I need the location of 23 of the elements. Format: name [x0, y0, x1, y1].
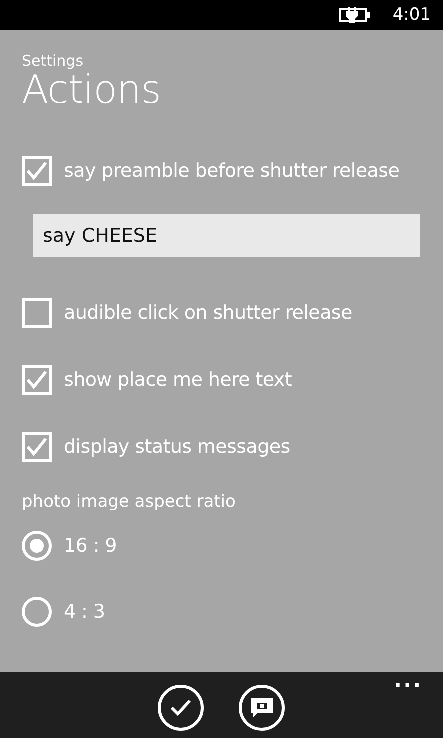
checkbox-label: say preamble before shutter release — [64, 160, 400, 182]
check-icon — [170, 699, 192, 717]
message-camera-icon — [249, 696, 275, 720]
battery-charging-icon — [338, 7, 371, 23]
checkbox[interactable] — [22, 365, 52, 395]
section-label: photo image aspect ratio — [22, 492, 237, 512]
checkbox-label: show place me here text — [64, 369, 292, 391]
app-name: Settings — [22, 52, 85, 70]
checkbox-label: audible click on shutter release — [64, 302, 352, 324]
radio-button[interactable] — [22, 597, 52, 627]
radio-button[interactable] — [22, 531, 52, 561]
check-button[interactable] — [158, 685, 204, 731]
checkbox[interactable] — [22, 432, 52, 462]
clock-time: 4:01 — [392, 5, 431, 25]
input-field[interactable]: say CHEESE — [33, 214, 420, 257]
checkbox-label: display status messages — [64, 436, 290, 458]
page-title: Actions — [22, 68, 162, 113]
checkbox[interactable] — [22, 156, 52, 186]
message-camera-button[interactable] — [239, 685, 285, 731]
radio-label: 16 : 9 — [64, 535, 117, 557]
radio-label: 4 : 3 — [64, 601, 106, 623]
more-button[interactable]: ... — [394, 668, 423, 692]
checkbox[interactable] — [22, 298, 52, 328]
